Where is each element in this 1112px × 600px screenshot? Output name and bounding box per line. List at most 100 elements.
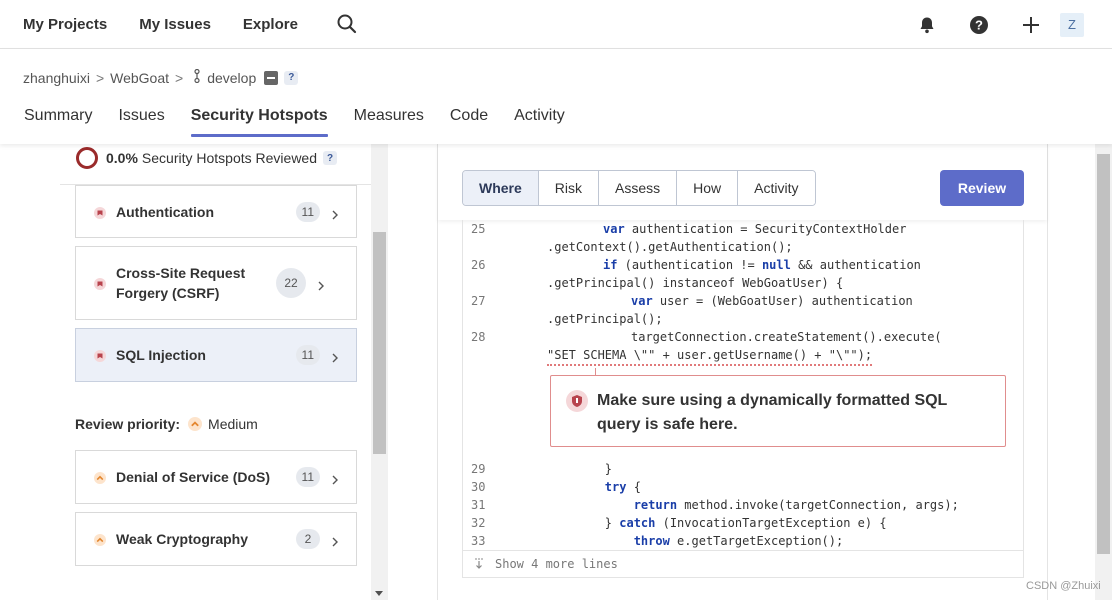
tab-where[interactable]: Where (463, 171, 538, 205)
tab-how[interactable]: How (676, 171, 738, 205)
code-text: throw e.getTargetException(); (633, 534, 844, 548)
project-header: zhanghuixi > WebGoat > develop ? Summary… (0, 49, 1112, 144)
review-button[interactable]: Review (940, 170, 1024, 206)
category-authentication[interactable]: Authentication 11 (75, 185, 357, 238)
code-line: 30 try { (471, 480, 641, 494)
breadcrumb-owner[interactable]: zhanghuixi (23, 70, 90, 86)
breadcrumb-separator: > (95, 69, 105, 86)
tab-measures[interactable]: Measures (354, 107, 424, 137)
reviewed-progress-ring (76, 147, 98, 169)
reviewed-label: Security Hotspots Reviewed (141, 150, 317, 166)
code-text: } (547, 462, 613, 476)
review-priority-label: Review priority: (75, 416, 181, 432)
reviewed-help-icon[interactable]: ? (323, 151, 337, 165)
avatar[interactable]: Z (1060, 12, 1084, 37)
hotspot-card: Where Risk Assess How Activity Review 25… (437, 144, 1048, 600)
hotspot-card-header: Where Risk Assess How Activity Review (438, 144, 1047, 220)
branch-status-icon (264, 70, 279, 85)
category-label: Denial of Service (DoS) (116, 469, 271, 485)
category-label: Authentication (116, 203, 214, 220)
code-line: 33 throw e.getTargetException(); (471, 534, 844, 548)
review-priority-value: Medium (208, 416, 258, 432)
hotspot-issue-box: Make sure using a dynamically formatted … (550, 368, 1006, 447)
high-priority-icon (94, 206, 106, 219)
category-sql-injection[interactable]: SQL Injection 11 (75, 328, 357, 382)
high-priority-icon (94, 277, 106, 290)
high-priority-icon (94, 349, 106, 362)
watermark: CSDN @Zhuixi (1026, 580, 1101, 592)
category-denial-of-service[interactable]: Denial of Service (DoS) 11 (75, 450, 357, 504)
tab-activity[interactable]: Activity (514, 107, 565, 137)
hotspot-detail-panel: Where Risk Assess How Activity Review 25… (389, 144, 1112, 600)
code-text: if (authentication != null && authentica… (603, 258, 921, 272)
category-count: 11 (295, 345, 320, 365)
chevron-right-icon (330, 350, 340, 363)
code-line-hotspot: "SET SCHEMA \"" + user.getUsername() + "… (463, 346, 1023, 366)
right-scrollbar[interactable] (1095, 144, 1112, 600)
code-text: "SET SCHEMA \"" + user.getUsername() + "… (547, 346, 873, 366)
code-text: return method.invoke(targetConnection, a… (633, 498, 959, 512)
tab-code[interactable]: Code (450, 107, 488, 137)
category-label: Weak Cryptography (116, 531, 248, 547)
code-viewer: 25 var authentication = SecurityContextHo… (462, 220, 1024, 550)
branch-help-icon[interactable]: ? (284, 70, 299, 85)
detail-tabs: Where Risk Assess How Activity (462, 170, 816, 206)
medium-priority-icon (94, 533, 106, 546)
code-text: var user = (WebGoatUser) authentication (631, 294, 913, 308)
nav-explore[interactable]: Explore (243, 16, 298, 33)
tab-issues[interactable]: Issues (118, 107, 164, 137)
search-icon[interactable] (336, 13, 358, 35)
expand-down-icon (473, 558, 485, 570)
help-icon[interactable]: ? (968, 14, 990, 36)
breadcrumb-separator: > (175, 69, 184, 86)
nav-my-projects[interactable]: My Projects (23, 16, 107, 33)
code-line: 26 if (authentication != null && authenti… (471, 258, 921, 272)
code-text: .getPrincipal(); (547, 312, 663, 326)
code-line: 27 var user = (WebGoatUser) authenticatio… (471, 294, 913, 308)
bell-icon[interactable] (916, 14, 938, 36)
scrollbar-thumb[interactable] (1097, 154, 1110, 554)
hotspot-list-panel: 0.0% Security Hotspots Reviewed ? Authen… (0, 144, 388, 600)
tab-security-hotspots[interactable]: Security Hotspots (190, 107, 328, 137)
shield-icon (566, 390, 588, 412)
chevron-right-icon (330, 472, 340, 485)
chevron-right-icon (330, 534, 340, 547)
tab-risk[interactable]: Risk (537, 171, 599, 205)
reviewed-summary: 0.0% Security Hotspots Reviewed ? (76, 147, 337, 169)
chevron-right-icon (316, 278, 326, 291)
top-navigation: My Projects My Issues Explore ? Z (0, 0, 1112, 49)
svg-text:?: ? (975, 17, 983, 32)
code-line: 29 } (471, 462, 613, 476)
category-count: 11 (295, 201, 320, 222)
branch-icon (193, 68, 201, 86)
tab-assess[interactable]: Assess (598, 171, 677, 205)
left-scrollbar[interactable] (371, 144, 388, 600)
category-weak-cryptography[interactable]: Weak Cryptography 2 (75, 512, 357, 566)
category-label: Cross-Site Request Forgery (CSRF) (116, 265, 246, 301)
category-count: 2 (296, 529, 320, 549)
breadcrumb-project[interactable]: WebGoat (110, 70, 169, 86)
scrollbar-thumb[interactable] (373, 232, 386, 454)
category-label: SQL Injection (116, 347, 206, 363)
category-count: 22 (276, 268, 306, 298)
review-priority: Review priority: Medium (75, 416, 258, 432)
scroll-down-icon[interactable] (375, 591, 383, 596)
show-more-label: Show 4 more lines (495, 557, 618, 571)
code-line: .getPrincipal(); (463, 310, 1023, 328)
code-line: 25 var authentication = SecurityContextHo… (471, 222, 907, 236)
tab-detail-activity[interactable]: Activity (737, 171, 815, 205)
category-count: 11 (295, 467, 320, 487)
code-line: 31 return method.invoke(targetConnection… (471, 498, 959, 512)
breadcrumb: zhanghuixi > WebGoat > develop ? (23, 68, 299, 86)
reviewed-percent: 0.0% (106, 150, 138, 166)
plus-icon[interactable] (1020, 14, 1042, 36)
show-more-lines[interactable]: Show 4 more lines (462, 550, 1024, 578)
code-line: 32 } catch (InvocationTargetException e)… (471, 516, 887, 530)
code-text: var authentication = SecurityContextHold… (603, 222, 907, 236)
nav-my-issues[interactable]: My Issues (139, 16, 211, 33)
code-line: 28 targetConnection.createStatement().exe… (471, 330, 942, 344)
breadcrumb-branch[interactable]: develop (207, 70, 256, 86)
tab-summary[interactable]: Summary (24, 107, 92, 137)
medium-priority-icon (94, 471, 106, 484)
category-csrf[interactable]: Cross-Site Request Forgery (CSRF) 22 (75, 246, 357, 320)
